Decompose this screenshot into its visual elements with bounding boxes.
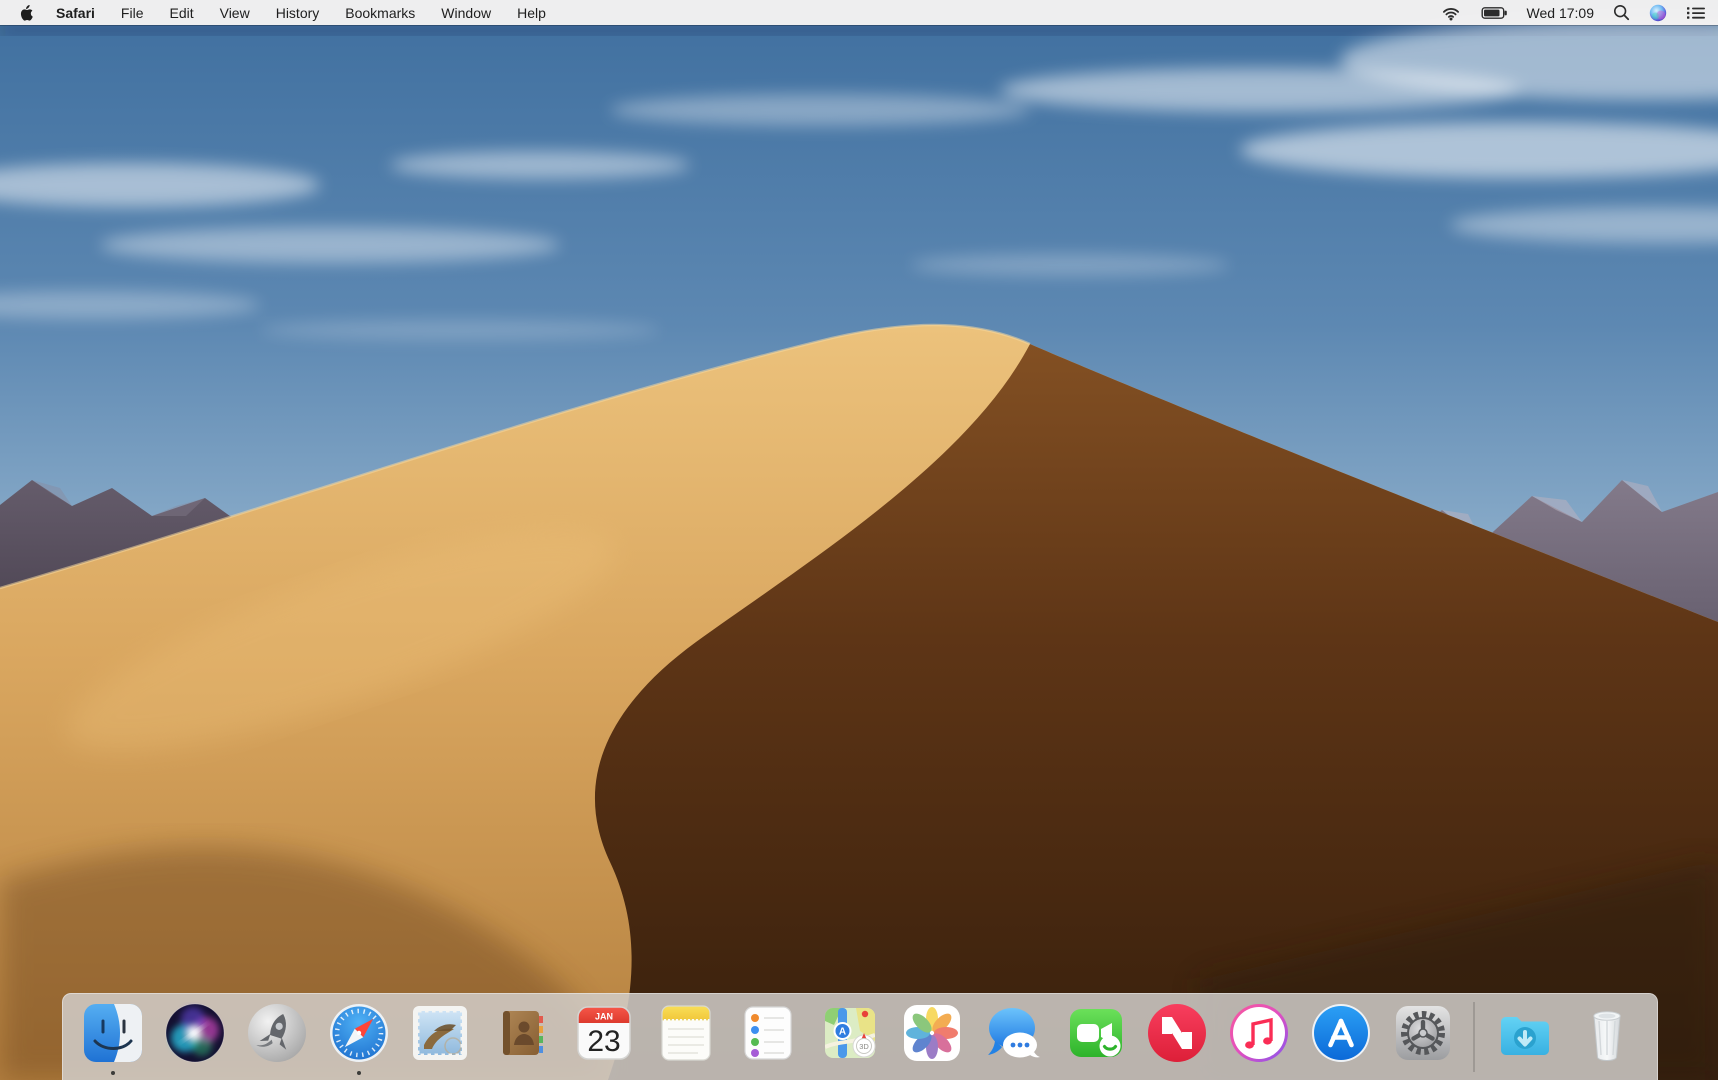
apple-menu[interactable] [18, 0, 43, 25]
menu-item-view[interactable]: View [207, 0, 263, 25]
menu-item-app-name[interactable]: Safari [43, 0, 108, 25]
dock-item-finder[interactable] [81, 1001, 145, 1075]
notification-center-menu[interactable] [1686, 0, 1706, 25]
facetime-camera-icon [1069, 1009, 1122, 1057]
dock-separator [1473, 1002, 1476, 1072]
menu-item-bookmarks[interactable]: Bookmarks [332, 0, 428, 25]
wifi-icon [1442, 7, 1459, 20]
launchpad-rocket-icon [247, 1004, 306, 1062]
running-indicator [356, 1071, 361, 1075]
dock-item-app-store[interactable] [1309, 1001, 1373, 1065]
dock-item-downloads[interactable] [1493, 1001, 1557, 1065]
spotlight-menu[interactable] [1613, 0, 1630, 25]
svg-text:A: A [839, 1027, 846, 1038]
svg-text:JAN: JAN [595, 1012, 613, 1022]
menu-bar-clock[interactable]: Wed 17:09 [1527, 5, 1594, 21]
dock-item-siri[interactable] [163, 1001, 227, 1065]
siri-orb-icon [165, 1003, 225, 1063]
trash-icon [1593, 1011, 1621, 1062]
battery-menu[interactable] [1481, 0, 1508, 25]
dock: JAN 23 A 3D [62, 993, 1658, 1080]
menu-item-edit[interactable]: Edit [156, 0, 206, 25]
svg-text:23: 23 [588, 1025, 621, 1058]
dock-item-photos[interactable] [900, 1001, 964, 1065]
mojave-wallpaper [0, 0, 1718, 1080]
siri-icon [1649, 4, 1667, 21]
dock-item-safari[interactable] [327, 1001, 391, 1075]
menu-bar-left: Safari File Edit View History Bookmarks … [0, 0, 559, 25]
dock-item-system-preferences[interactable] [1391, 1001, 1455, 1065]
menu-item-history[interactable]: History [263, 0, 333, 25]
safari-compass-icon [329, 1004, 388, 1062]
notes-icon [661, 1005, 711, 1061]
system-preferences-gear-icon [1396, 1006, 1451, 1060]
mail-stamp-icon [413, 1006, 468, 1060]
wifi-menu[interactable] [1440, 0, 1462, 25]
menu-item-window[interactable]: Window [428, 0, 504, 25]
news-icon [1148, 1004, 1207, 1062]
menu-item-help[interactable]: Help [504, 0, 559, 25]
finder-icon [83, 1004, 142, 1062]
macos-desktop-screen: Safari File Edit View History Bookmarks … [0, 0, 1718, 1080]
messages-bubble-icon [987, 1008, 1040, 1058]
downloads-folder-icon [1500, 1017, 1549, 1055]
dock-item-messages[interactable] [982, 1001, 1046, 1065]
calendar-icon: JAN 23 [577, 1006, 631, 1060]
maps-icon: A 3D [824, 1008, 876, 1058]
dock-item-notes[interactable] [654, 1001, 718, 1065]
dock-item-facetime[interactable] [1064, 1001, 1128, 1065]
dock-item-launchpad[interactable] [245, 1001, 309, 1065]
contacts-book-icon [503, 1011, 544, 1055]
photos-flower-icon [903, 1005, 960, 1061]
dock-item-calendar[interactable]: JAN 23 [572, 1001, 636, 1065]
spotlight-search-icon [1613, 4, 1630, 21]
menu-bar-status: Wed 17:09 [1440, 0, 1718, 25]
itunes-music-icon [1230, 1004, 1289, 1062]
app-store-icon [1312, 1004, 1371, 1062]
apple-logo-icon [20, 4, 33, 21]
siri-menu[interactable] [1649, 0, 1667, 25]
dock-item-contacts[interactable] [490, 1001, 554, 1065]
battery-icon [1481, 6, 1507, 19]
notification-center-icon [1687, 6, 1705, 19]
running-indicator [110, 1071, 115, 1075]
desktop[interactable] [0, 0, 1718, 1080]
dock-item-news[interactable] [1145, 1001, 1209, 1065]
dock-item-trash[interactable] [1575, 1001, 1639, 1065]
svg-text:3D: 3D [859, 1042, 869, 1051]
dock-item-mail[interactable] [408, 1001, 472, 1065]
dock-item-reminders[interactable] [736, 1001, 800, 1065]
dock-item-maps[interactable]: A 3D [818, 1001, 882, 1065]
menu-item-file[interactable]: File [108, 0, 157, 25]
menu-bar: Safari File Edit View History Bookmarks … [0, 0, 1718, 25]
dock-item-itunes[interactable] [1227, 1001, 1291, 1065]
reminders-icon [744, 1006, 792, 1060]
